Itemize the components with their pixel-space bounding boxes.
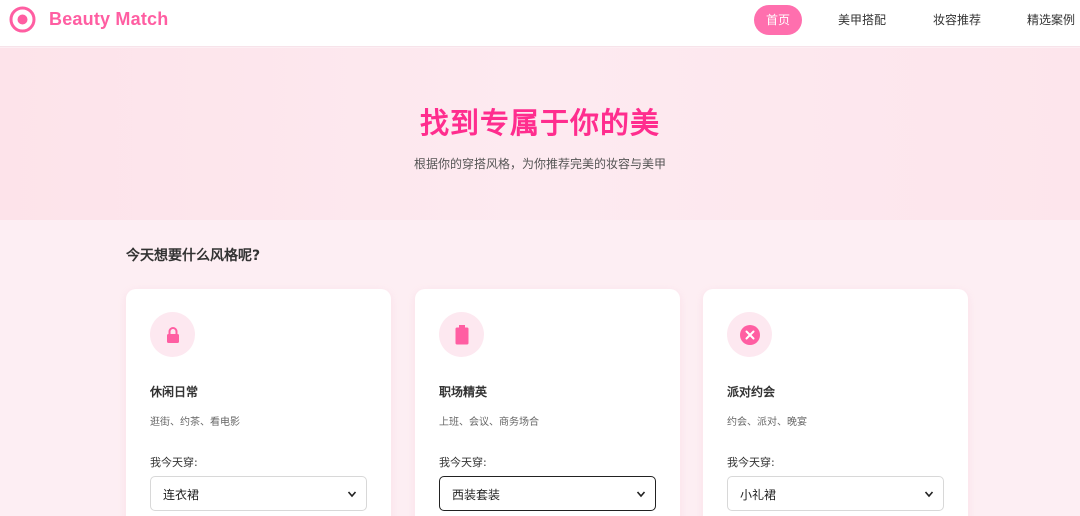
card-title: 休闲日常	[150, 385, 199, 399]
nav-makeup-recommend[interactable]: 妆容推荐	[933, 5, 981, 35]
outfit-select[interactable]: 小礼裙	[727, 476, 944, 511]
chevron-down-icon	[347, 491, 357, 498]
card-title: 派对约会	[727, 385, 776, 399]
card-description: 逛街、约茶、看电影	[150, 417, 240, 428]
nav-featured-cases[interactable]: 精选案例	[1027, 5, 1075, 35]
hero-banner: 找到专属于你的美 根据你的穿搭风格，为你推荐完美的妆容与美甲	[0, 48, 1080, 220]
card-icon-container	[439, 312, 484, 357]
hero-title: 找到专属于你的美	[419, 106, 660, 140]
style-card-casual[interactable]: 休闲日常 逛街、约茶、看电影 我今天穿: 连衣裙	[126, 289, 391, 516]
logo-ring-icon[interactable]	[9, 6, 36, 33]
nav-nail-matching[interactable]: 美甲搭配	[838, 5, 886, 35]
outfit-select[interactable]: 西装套装	[439, 476, 656, 511]
select-value: 连衣裙	[163, 488, 200, 502]
wear-label: 我今天穿:	[150, 456, 198, 469]
chevron-down-icon	[636, 491, 646, 498]
card-description: 上班、会议、商务场合	[439, 417, 539, 428]
top-navbar: Beauty Match 首页 美甲搭配 妆容推荐 精选案例	[0, 0, 1080, 47]
select-value: 西装套装	[452, 488, 501, 502]
style-card-office[interactable]: 职场精英 上班、会议、商务场合 我今天穿: 西装套装	[415, 289, 680, 516]
section-title: 今天想要什么风格呢?	[126, 248, 261, 264]
outfit-select[interactable]: 连衣裙	[150, 476, 367, 511]
nav-home[interactable]: 首页	[754, 5, 802, 35]
card-icon-container	[727, 312, 772, 357]
close-circle-icon	[739, 324, 760, 345]
logo-text[interactable]: Beauty Match	[49, 9, 168, 30]
wear-label: 我今天穿:	[727, 456, 775, 469]
card-icon-container	[150, 312, 195, 357]
chevron-down-icon	[924, 491, 934, 498]
battery-icon	[455, 324, 468, 344]
card-title: 职场精英	[439, 385, 488, 399]
wear-label: 我今天穿:	[439, 456, 487, 469]
lock-icon	[166, 326, 179, 343]
select-value: 小礼裙	[740, 488, 777, 502]
hero-subtitle: 根据你的穿搭风格，为你推荐完美的妆容与美甲	[413, 157, 666, 171]
style-card-party[interactable]: 派对约会 约会、派对、晚宴 我今天穿: 小礼裙	[703, 289, 968, 516]
card-description: 约会、派对、晚宴	[727, 417, 807, 428]
